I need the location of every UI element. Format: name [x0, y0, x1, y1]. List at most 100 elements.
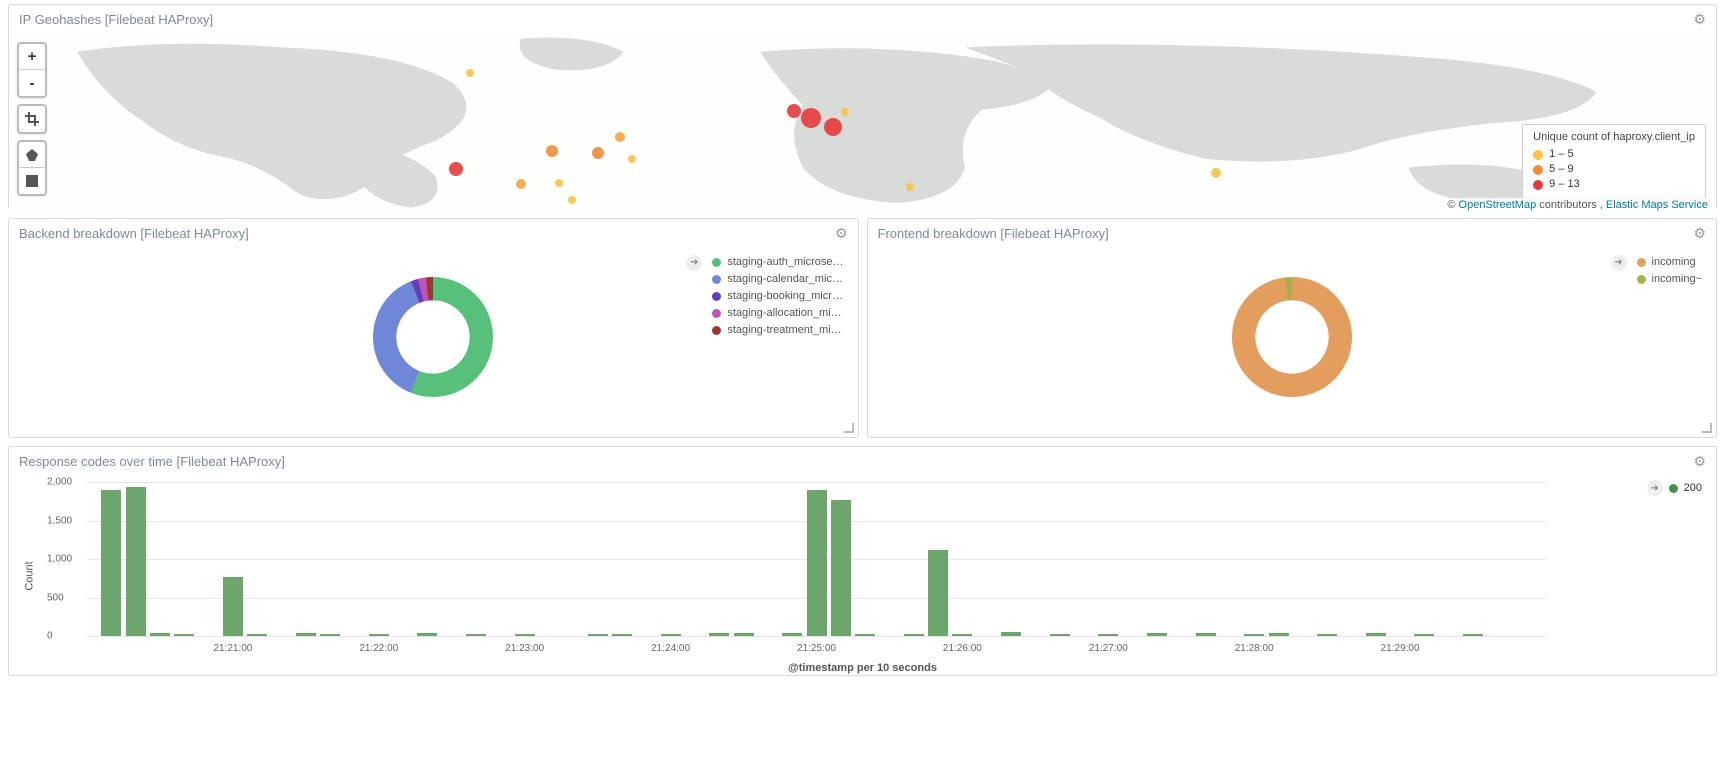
osm-link[interactable]: OpenStreetMap [1459, 199, 1537, 211]
bar[interactable] [466, 634, 486, 636]
geo-bucket[interactable] [546, 145, 558, 157]
legend-row[interactable]: staging-booking_micr… [686, 288, 843, 305]
bar[interactable] [1098, 634, 1118, 636]
geo-bucket[interactable] [787, 104, 801, 118]
frontend-legend: ➜incomingincoming~ [1611, 254, 1702, 288]
geo-bucket[interactable] [592, 147, 604, 159]
bar[interactable] [855, 634, 875, 636]
bar[interactable] [952, 634, 972, 636]
y-tick: 0 [47, 631, 53, 642]
frontend-breakdown-panel: Frontend breakdown [Filebeat HAProxy] ⚙ … [867, 218, 1718, 438]
bar[interactable] [734, 633, 754, 636]
map-legend-row[interactable]: 1 – 5 [1533, 147, 1695, 162]
bar[interactable] [831, 500, 851, 636]
bar[interactable] [1244, 634, 1264, 636]
gear-icon[interactable]: ⚙ [1693, 453, 1706, 470]
bar[interactable] [661, 634, 681, 636]
legend-toggle-icon[interactable]: ➜ [1611, 255, 1627, 271]
resize-handle[interactable] [844, 423, 854, 433]
bar[interactable] [296, 633, 316, 636]
bar[interactable] [101, 490, 121, 636]
legend-swatch [712, 309, 721, 318]
bar[interactable] [369, 634, 389, 636]
gear-icon[interactable]: ⚙ [1693, 225, 1706, 242]
geo-bucket[interactable] [1211, 168, 1221, 178]
bar[interactable] [126, 487, 146, 636]
map-legend: Unique count of haproxy.client_ip 1 – 55… [1522, 124, 1706, 199]
x-tick: 21:27:00 [1089, 643, 1128, 654]
bar[interactable] [1147, 633, 1167, 636]
legend-swatch [712, 258, 721, 267]
y-tick: 2,000 [47, 477, 72, 488]
legend-row[interactable]: incoming~ [1611, 271, 1702, 288]
geo-bucket[interactable] [449, 162, 463, 176]
zoom-out-button[interactable]: - [19, 70, 45, 96]
geo-bucket[interactable] [628, 155, 636, 163]
bar[interactable] [515, 634, 535, 636]
draw-polygon-button[interactable] [19, 142, 45, 168]
bar[interactable] [1366, 633, 1386, 636]
bar[interactable] [709, 633, 729, 636]
legend-swatch [712, 275, 721, 284]
bar[interactable] [223, 577, 243, 636]
geo-bucket[interactable] [615, 132, 625, 142]
bar[interactable] [1317, 634, 1337, 636]
geo-bucket[interactable] [555, 179, 563, 187]
bar[interactable] [928, 550, 948, 636]
geo-bucket[interactable] [841, 108, 849, 116]
x-axis-label: @timestamp per 10 seconds [788, 662, 937, 674]
geo-bucket[interactable] [466, 69, 474, 77]
legend-row[interactable]: ➜staging-auth_microse… [686, 254, 843, 271]
frontend-donut[interactable] [1222, 267, 1362, 407]
x-tick: 21:28:00 [1235, 643, 1274, 654]
map-legend-row[interactable]: 5 – 9 [1533, 162, 1695, 177]
map-viewport[interactable]: + - Unique count of haproxy.client_ip 1 … [9, 34, 1716, 212]
backend-donut[interactable] [363, 267, 503, 407]
legend-row[interactable]: ➜incoming [1611, 254, 1702, 271]
zoom-in-button[interactable]: + [19, 44, 45, 70]
bar-chart[interactable]: 05001,0001,5002,00021:21:0021:22:0021:23… [87, 482, 1546, 636]
gear-icon[interactable]: ⚙ [835, 225, 848, 242]
bar-legend: ➜ 200 [1647, 480, 1702, 496]
legend-row[interactable]: staging-treatment_mi… [686, 322, 843, 339]
bar[interactable] [150, 633, 170, 636]
bar[interactable] [247, 634, 267, 636]
bar[interactable] [1269, 633, 1289, 636]
bar[interactable] [782, 633, 802, 636]
legend-toggle-icon[interactable]: ➜ [1647, 480, 1663, 496]
geo-bucket[interactable] [516, 179, 526, 189]
legend-toggle-icon[interactable]: ➜ [686, 255, 702, 271]
backend-legend: ➜staging-auth_microse…staging-calendar_m… [686, 254, 843, 339]
legend-row[interactable]: staging-calendar_mic… [686, 271, 843, 288]
geo-bucket[interactable] [801, 108, 821, 128]
bar[interactable] [904, 634, 924, 636]
legend-swatch [1669, 484, 1678, 493]
legend-swatch [712, 292, 721, 301]
geo-bucket[interactable] [906, 183, 914, 191]
bar[interactable] [588, 634, 608, 636]
x-tick: 21:22:00 [359, 643, 398, 654]
panel-title: Backend breakdown [Filebeat HAProxy] [19, 226, 249, 241]
bar[interactable] [1050, 634, 1070, 636]
bar[interactable] [612, 634, 632, 636]
map-legend-row[interactable]: 9 – 13 [1533, 177, 1695, 192]
bar[interactable] [1463, 634, 1483, 636]
geo-bucket[interactable] [824, 118, 842, 136]
x-tick: 21:25:00 [797, 643, 836, 654]
bar[interactable] [174, 634, 194, 636]
panel-title: Frontend breakdown [Filebeat HAProxy] [878, 226, 1109, 241]
ems-link[interactable]: Elastic Maps Service [1606, 199, 1708, 211]
bar[interactable] [320, 634, 340, 636]
bar[interactable] [1196, 633, 1216, 636]
bar[interactable] [1414, 634, 1434, 636]
draw-rect-button[interactable] [19, 168, 45, 194]
bar[interactable] [1001, 632, 1021, 636]
legend-label: incoming~ [1652, 271, 1702, 288]
resize-handle[interactable] [1702, 423, 1712, 433]
legend-row[interactable]: staging-allocation_mi… [686, 305, 843, 322]
bar[interactable] [417, 633, 437, 636]
fit-bounds-button[interactable] [19, 106, 45, 132]
gear-icon[interactable]: ⚙ [1693, 11, 1706, 28]
geo-bucket[interactable] [568, 196, 576, 204]
bar[interactable] [807, 490, 827, 636]
